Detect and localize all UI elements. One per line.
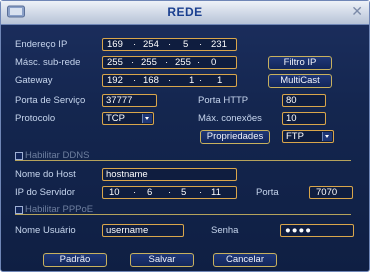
- mask-dot: ·: [131, 57, 135, 68]
- title-bar: REDE ✕: [1, 1, 369, 25]
- gateway-dot: ·: [168, 75, 172, 86]
- properties-select[interactable]: FTP: [282, 130, 334, 143]
- protocol-select[interactable]: TCP: [102, 112, 154, 125]
- http-port-field[interactable]: 80: [282, 94, 326, 107]
- ip-dot: ·: [199, 39, 203, 50]
- host-name-label: Nome do Host: [15, 169, 76, 180]
- port-label: Porta: [256, 187, 279, 198]
- mask-octet-4: 0: [211, 57, 217, 68]
- ip-octet-3: 5: [183, 39, 189, 50]
- gateway-octet-4: 1: [217, 75, 223, 86]
- server-ip-octet-4: 11: [211, 187, 221, 198]
- server-ip-octet-1: 10: [109, 187, 120, 198]
- ip-octet-4: 231: [211, 39, 227, 50]
- max-connections-label: Máx. conexões: [198, 113, 262, 124]
- ip-dot: ·: [133, 39, 137, 50]
- ddns-checkbox[interactable]: [15, 152, 23, 160]
- server-ip-dot: ·: [199, 187, 203, 198]
- server-ip-octet-2: 6: [147, 187, 153, 198]
- chevron-down-icon: [322, 132, 332, 141]
- properties-value: FTP: [286, 131, 304, 142]
- username-field[interactable]: username: [102, 224, 184, 237]
- padrao-button[interactable]: Padrão: [43, 253, 107, 267]
- gateway-dot: ·: [199, 75, 203, 86]
- divider: [15, 214, 351, 215]
- username-label: Nome Usuário: [15, 225, 76, 236]
- salvar-button[interactable]: Salvar: [130, 253, 194, 267]
- ip-dot: ·: [168, 39, 172, 50]
- mask-dot: ·: [197, 57, 201, 68]
- ip-address-field[interactable]: 169 · 254 · 5 · 231: [102, 38, 237, 51]
- ip-octet-1: 169: [107, 39, 123, 50]
- pppoe-checkbox[interactable]: [15, 206, 23, 214]
- host-name-field[interactable]: hostname: [102, 168, 237, 181]
- rede-window: REDE ✕ Endereço IP 169 · 254 · 5 · 231 M…: [0, 0, 370, 272]
- multicast-button[interactable]: MultiCast: [268, 74, 332, 88]
- gateway-octet-2: 168: [143, 75, 159, 86]
- propriedades-button[interactable]: Propriedades: [200, 130, 270, 144]
- protocol-value: TCP: [106, 113, 125, 124]
- service-port-label: Porta de Serviço: [15, 95, 86, 106]
- server-ip-dot: ·: [133, 187, 137, 198]
- password-label: Senha: [211, 225, 239, 236]
- server-ip-label: IP do Servidor: [15, 187, 76, 198]
- gateway-dot: ·: [133, 75, 137, 86]
- subnet-mask-label: Másc. sub-rede: [15, 57, 81, 68]
- window-title: REDE: [167, 5, 203, 19]
- close-icon[interactable]: ✕: [351, 4, 363, 18]
- chevron-down-icon: [142, 114, 152, 123]
- gateway-octet-1: 192: [107, 75, 123, 86]
- mask-octet-3: 255: [175, 57, 191, 68]
- max-connections-field[interactable]: 10: [282, 112, 326, 125]
- filtro-ip-button[interactable]: Filtro IP: [268, 56, 332, 70]
- gateway-octet-3: 1: [189, 75, 195, 86]
- server-ip-field[interactable]: 10 · 6 · 5 · 11: [102, 186, 237, 199]
- port-field[interactable]: 7070: [309, 186, 353, 199]
- ip-label: Endereço IP: [15, 39, 68, 50]
- mask-octet-1: 255: [107, 57, 123, 68]
- gateway-label: Gateway: [15, 75, 53, 86]
- subnet-mask-field[interactable]: 255 · 255 · 255 · 0: [102, 56, 237, 69]
- mask-dot: ·: [165, 57, 169, 68]
- http-port-label: Porta HTTP: [198, 95, 249, 106]
- protocol-label: Protocolo: [15, 113, 56, 124]
- cancelar-button[interactable]: Cancelar: [213, 253, 277, 267]
- mask-octet-2: 255: [141, 57, 157, 68]
- password-field[interactable]: ●●●●: [280, 224, 354, 237]
- server-ip-dot: ·: [168, 187, 172, 198]
- service-port-field[interactable]: 37777: [102, 94, 157, 107]
- gateway-field[interactable]: 192 · 168 · 1 · 1: [102, 74, 237, 87]
- divider: [15, 160, 351, 161]
- server-ip-octet-3: 5: [181, 187, 187, 198]
- ip-octet-2: 254: [143, 39, 159, 50]
